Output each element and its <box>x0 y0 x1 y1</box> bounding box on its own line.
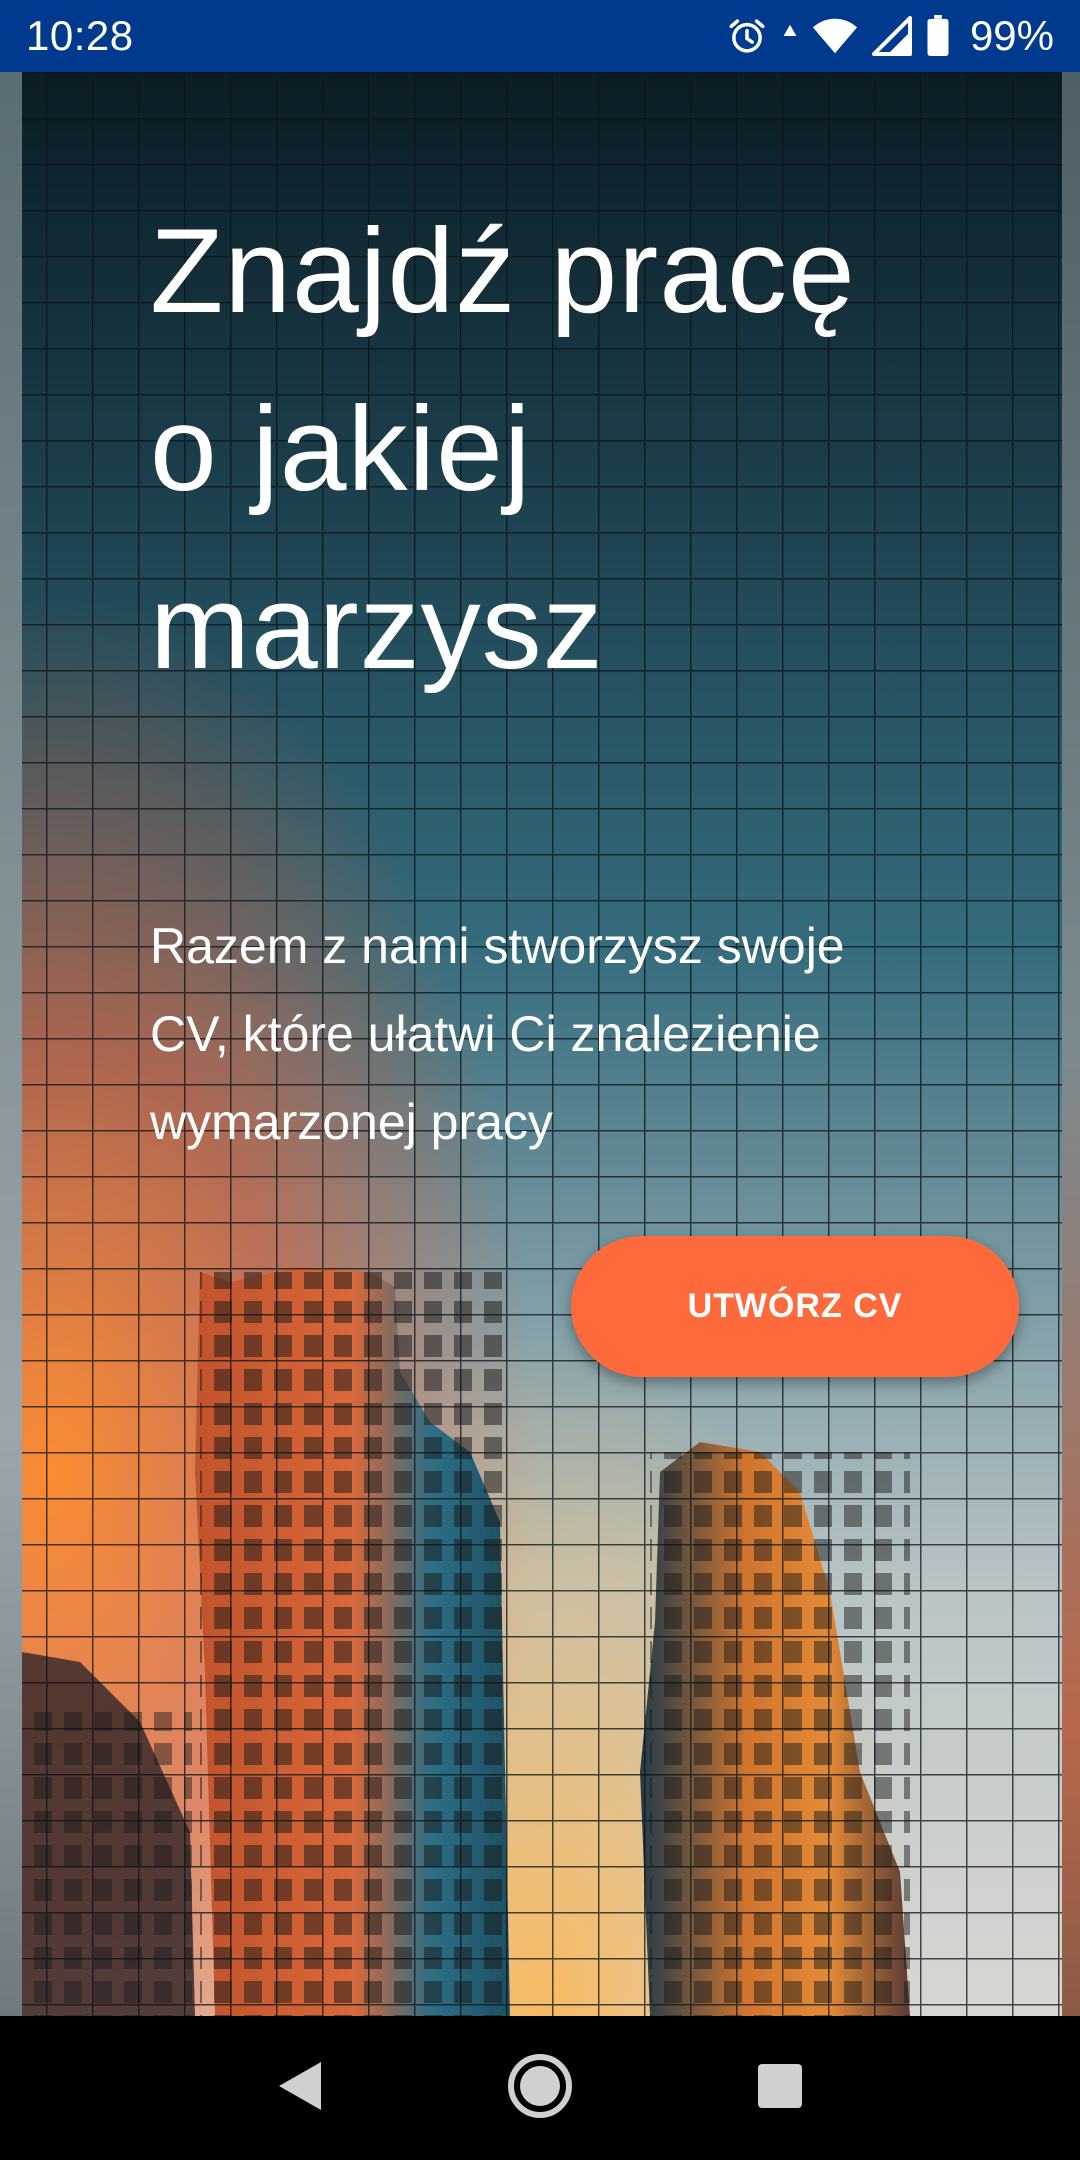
subtitle-line: Razem z nami stworzysz swoje <box>150 918 845 974</box>
status-bar: 10:28 99% <box>0 0 1080 72</box>
back-icon <box>275 2058 325 2119</box>
create-cv-button-label: UTWÓRZ CV <box>687 1287 903 1325</box>
hero-section: Znajdź pracę o jakiej marzysz Razem z na… <box>0 72 1080 2016</box>
data-arrow-icon <box>782 23 798 49</box>
subtitle: Razem z nami stworzysz swoje CV, które u… <box>150 902 970 1166</box>
recents-button[interactable] <box>732 2040 828 2136</box>
battery-percent: 99% <box>969 12 1054 59</box>
navigation-bar <box>0 2016 1080 2160</box>
wifi-icon <box>812 16 858 56</box>
alarm-icon <box>726 15 768 57</box>
recents-icon <box>756 2062 804 2115</box>
create-cv-button[interactable]: UTWÓRZ CV <box>571 1236 1019 1377</box>
signal-icon <box>871 16 912 56</box>
subtitle-line: wymarzonej pracy <box>150 1094 553 1150</box>
left-edge-strip <box>0 72 22 2016</box>
subtitle-line: CV, które ułatwi Ci znalezienie <box>150 1006 821 1062</box>
back-button[interactable] <box>252 2040 348 2136</box>
battery-icon <box>926 15 950 57</box>
home-button[interactable] <box>492 2040 588 2136</box>
status-time: 10:28 <box>26 12 134 59</box>
status-icons: 99% <box>726 12 1054 60</box>
headline-line: marzysz <box>150 560 604 694</box>
home-icon <box>507 2053 573 2124</box>
right-edge-strip <box>1062 72 1080 2016</box>
headline-line: Znajdź pracę <box>150 204 856 338</box>
headline-line: o jakiej <box>150 382 532 516</box>
screen: 10:28 99% Znajdź pracę o jakiej marzysz … <box>0 0 1080 2160</box>
headline: Znajdź pracę o jakiej marzysz <box>150 182 970 716</box>
